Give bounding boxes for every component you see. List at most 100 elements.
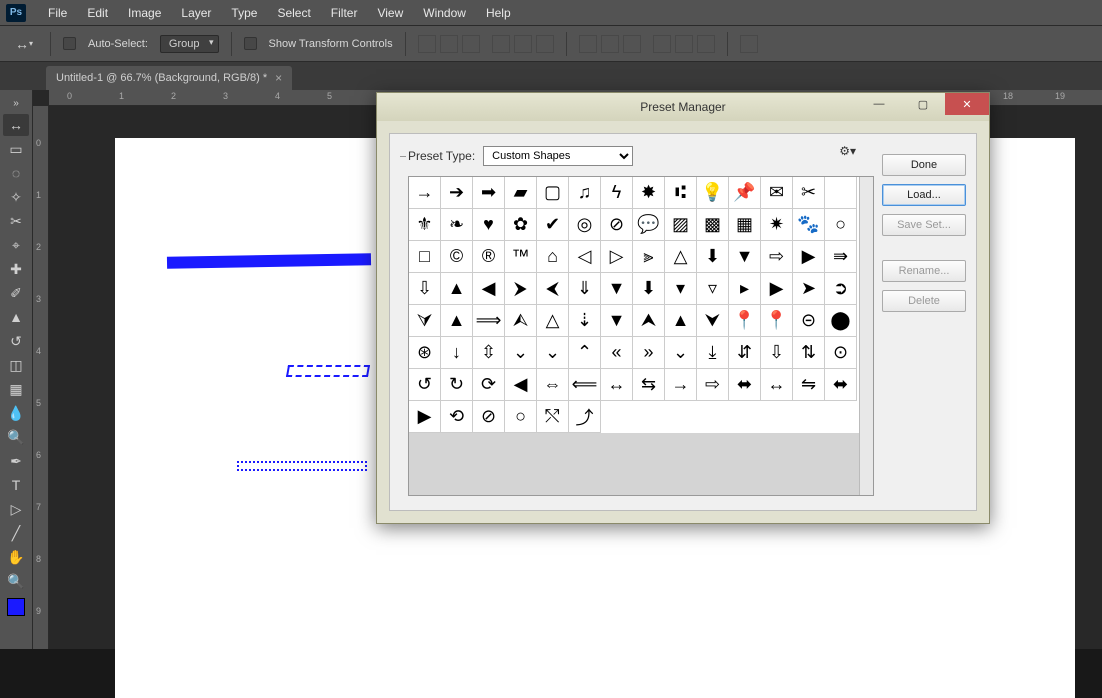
- shape-refresh-dark[interactable]: ⟲: [441, 401, 473, 433]
- tab-close-icon[interactable]: ×: [275, 71, 282, 85]
- shape-arrow-down-round[interactable]: ⮟: [697, 305, 729, 337]
- eyedropper-tool[interactable]: ⌖: [3, 234, 29, 256]
- lasso-tool[interactable]: ◌: [3, 162, 29, 184]
- shape-arrow-right-tube[interactable]: ⟹: [473, 305, 505, 337]
- shape-triangle-right-open[interactable]: ▷: [601, 241, 633, 273]
- shape-flourish[interactable]: ❧: [441, 209, 473, 241]
- shape-arrow-up-check2[interactable]: ⮝: [633, 305, 665, 337]
- menu-layer[interactable]: Layer: [171, 6, 221, 20]
- shape-triangle-up[interactable]: △: [665, 241, 697, 273]
- marquee-tool[interactable]: ▭: [3, 138, 29, 160]
- load-button[interactable]: Load...: [882, 184, 966, 206]
- shape-music-note[interactable]: ♫: [569, 177, 601, 209]
- shape-map-pin[interactable]: 📍: [761, 305, 793, 337]
- shape-arrow-down-dark[interactable]: ▼: [601, 305, 633, 337]
- shape-chevrons-down[interactable]: ⌄: [537, 337, 569, 369]
- brush-tool[interactable]: ✐: [3, 282, 29, 304]
- foreground-swatch[interactable]: [7, 598, 25, 616]
- shape-arrow-up[interactable]: ▲: [441, 273, 473, 305]
- shape-no-symbol[interactable]: ⊘: [601, 209, 633, 241]
- group-select[interactable]: Group: [160, 35, 219, 53]
- history-brush-tool[interactable]: ↺: [3, 330, 29, 352]
- menu-edit[interactable]: Edit: [77, 6, 118, 20]
- menu-help[interactable]: Help: [476, 6, 521, 20]
- shape-fleur-de-lis[interactable]: ⚜: [409, 209, 441, 241]
- shape-spiky-star[interactable]: ✷: [761, 209, 793, 241]
- shape-bulb[interactable]: 💡: [697, 177, 729, 209]
- shape-lightning[interactable]: ϟ: [601, 177, 633, 209]
- shape-arrow-up-check[interactable]: ⮙: [505, 305, 537, 337]
- rename-button[interactable]: Rename...: [882, 260, 966, 282]
- menu-file[interactable]: File: [38, 6, 77, 20]
- document-tab[interactable]: Untitled-1 @ 66.7% (Background, RGB/8) *…: [46, 66, 292, 90]
- shape-chevron-stripes[interactable]: ⫸: [633, 241, 665, 273]
- shape-starburst[interactable]: ✸: [633, 177, 665, 209]
- shape-square-outline[interactable]: □: [409, 241, 441, 273]
- line-tool[interactable]: ╱: [3, 522, 29, 544]
- gear-menu-icon[interactable]: ⚙▾: [839, 144, 856, 158]
- path-tool[interactable]: ▷: [3, 498, 29, 520]
- shape-triangle-left-open[interactable]: ◁: [569, 241, 601, 273]
- shape-envelope[interactable]: ✉: [761, 177, 793, 209]
- window-maximize[interactable]: ▢: [901, 93, 945, 115]
- transform-checkbox[interactable]: [244, 37, 257, 50]
- shape-arrow-right-hatched[interactable]: ⇨: [761, 241, 793, 273]
- pen-tool[interactable]: ✒: [3, 450, 29, 472]
- app-logo[interactable]: Ps: [6, 4, 26, 22]
- shape-arrow-down-shadow[interactable]: ▿: [697, 273, 729, 305]
- stamp-tool[interactable]: ▲: [3, 306, 29, 328]
- shape-arrow-thin-right[interactable]: →: [409, 177, 441, 209]
- shape-arrows-lr-dark[interactable]: ⬌: [825, 369, 857, 401]
- shape-arrows-lr-hatch[interactable]: ⇆: [633, 369, 665, 401]
- shape-chevron-up[interactable]: ⌃: [569, 337, 601, 369]
- shape-chevron-down-open[interactable]: ⌄: [665, 337, 697, 369]
- shape-arrow-circle-down[interactable]: ⊝: [793, 305, 825, 337]
- shape-arrow-down-long[interactable]: ↓: [441, 337, 473, 369]
- gradient-tool[interactable]: ▦: [3, 378, 29, 400]
- shape-arrow-down-wide[interactable]: ▼: [729, 241, 761, 273]
- shape-hatch[interactable]: ▨: [665, 209, 697, 241]
- shape-checker[interactable]: ▩: [697, 209, 729, 241]
- shape-arrows-lr-3d[interactable]: ⇔: [537, 369, 569, 401]
- shape-arrow-up-outline[interactable]: △: [537, 305, 569, 337]
- shape-arrow-right-shadow[interactable]: ➤: [793, 273, 825, 305]
- shape-registered[interactable]: ®: [473, 241, 505, 273]
- shape-refresh-ccw[interactable]: ↺: [409, 369, 441, 401]
- toolbox-collapse-icon[interactable]: »: [3, 94, 29, 112]
- menu-select[interactable]: Select: [267, 6, 320, 20]
- wand-tool[interactable]: ✧: [3, 186, 29, 208]
- shape-refresh-cw[interactable]: ↻: [441, 369, 473, 401]
- shape-arrows-v[interactable]: ⇳: [473, 337, 505, 369]
- shape-arrow-down-solid[interactable]: ▼: [601, 273, 633, 305]
- shape-arrows-split-ud[interactable]: ⤲: [537, 401, 569, 433]
- shape-arrow-circle-down-bold[interactable]: ⊛: [409, 337, 441, 369]
- shape-refresh-bold[interactable]: ⟳: [473, 369, 505, 401]
- shape-arrow-circle-right[interactable]: ⊙: [825, 337, 857, 369]
- shape-grid[interactable]: ▦: [729, 209, 761, 241]
- shape-arrow-down-fill[interactable]: ⬇: [633, 273, 665, 305]
- done-button[interactable]: Done: [882, 154, 966, 176]
- shape-arrows-lr[interactable]: ↔: [601, 369, 633, 401]
- shape-house[interactable]: ⌂: [537, 241, 569, 273]
- shape-arrow-right-long[interactable]: →: [665, 369, 697, 401]
- menu-image[interactable]: Image: [118, 6, 171, 20]
- shape-arrow-right-emboss[interactable]: ➲: [825, 273, 857, 305]
- shape-arrows-bar-ud[interactable]: ⇵: [729, 337, 761, 369]
- shape-pushpin[interactable]: 📌: [729, 177, 761, 209]
- shape-arrow-left-solid[interactable]: ◀: [473, 273, 505, 305]
- dodge-tool[interactable]: 🔍: [3, 426, 29, 448]
- hand-tool[interactable]: ✋: [3, 546, 29, 568]
- shape-copyright[interactable]: ©: [441, 241, 473, 273]
- eraser-tool[interactable]: ◫: [3, 354, 29, 376]
- shape-blob[interactable]: ✿: [505, 209, 537, 241]
- shape-checkmark[interactable]: ✔: [537, 209, 569, 241]
- shape-chevrons-right[interactable]: »: [633, 337, 665, 369]
- window-minimize[interactable]: —: [857, 93, 901, 115]
- shape-arrow-pipe-down[interactable]: ⇩: [761, 337, 793, 369]
- shape-arrow-left-tube[interactable]: ⟸: [569, 369, 601, 401]
- shape-heart[interactable]: ♥: [473, 209, 505, 241]
- shape-scissors[interactable]: ✂: [793, 177, 825, 209]
- shape-arrow-right-striped[interactable]: ⇛: [825, 241, 857, 273]
- shape-banner[interactable]: ▰: [505, 177, 537, 209]
- shape-arrow-right-play[interactable]: ▶: [409, 401, 441, 433]
